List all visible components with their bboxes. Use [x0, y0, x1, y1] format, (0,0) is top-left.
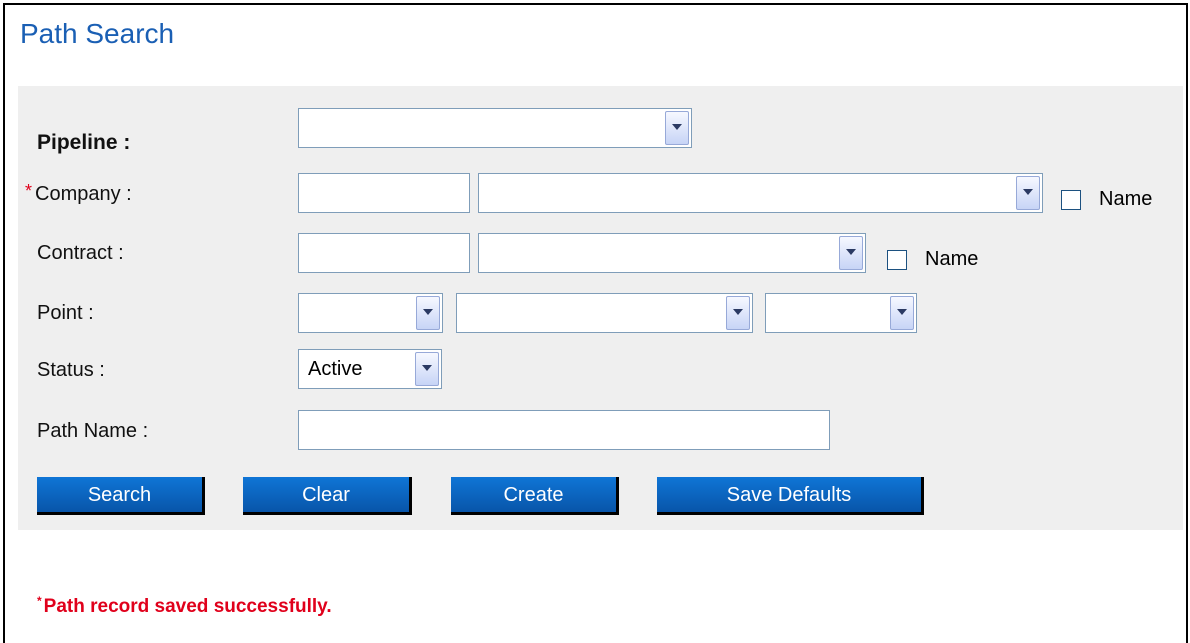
create-button[interactable]: Create: [451, 477, 619, 515]
status-select[interactable]: Active: [298, 349, 442, 389]
point-label: Point :: [37, 302, 94, 324]
company-name-checkbox[interactable]: [1061, 190, 1081, 210]
chevron-down-icon[interactable]: [839, 236, 863, 270]
save-defaults-button[interactable]: Save Defaults: [657, 477, 924, 515]
company-name-label: Name: [1099, 188, 1153, 210]
contract-code-input[interactable]: [298, 233, 470, 273]
contract-name-label: Name: [925, 248, 979, 270]
path-name-label: Path Name :: [37, 420, 149, 442]
company-label-row: * Company :: [25, 181, 132, 206]
page-title: Path Search: [20, 18, 175, 49]
chevron-down-icon[interactable]: [416, 296, 440, 330]
contract-label: Contract :: [37, 242, 124, 264]
contract-select[interactable]: [478, 233, 866, 273]
point-select-1[interactable]: [298, 293, 443, 333]
chevron-down-icon[interactable]: [415, 352, 439, 386]
clear-button[interactable]: Clear: [243, 477, 412, 515]
pipeline-label: Pipeline :: [37, 131, 131, 154]
message-mark: *: [37, 594, 42, 608]
chevron-down-icon[interactable]: [890, 296, 914, 330]
company-label: Company :: [35, 183, 132, 205]
contract-name-checkbox[interactable]: [887, 250, 907, 270]
path-name-input[interactable]: [298, 410, 830, 450]
message-text: Path record saved successfully.: [43, 596, 332, 617]
status-label: Status :: [37, 359, 105, 381]
chevron-down-icon[interactable]: [726, 296, 750, 330]
search-button[interactable]: Search: [37, 477, 205, 515]
pipeline-select[interactable]: [298, 108, 692, 148]
company-select[interactable]: [478, 173, 1043, 213]
status-message: * Path record saved successfully.: [37, 594, 332, 618]
required-mark: *: [25, 181, 33, 201]
company-code-input[interactable]: [298, 173, 470, 213]
point-select-3[interactable]: [765, 293, 917, 333]
chevron-down-icon[interactable]: [1016, 176, 1040, 210]
status-select-value: Active: [308, 358, 363, 380]
point-select-2[interactable]: [456, 293, 753, 333]
chevron-down-icon[interactable]: [665, 111, 689, 145]
